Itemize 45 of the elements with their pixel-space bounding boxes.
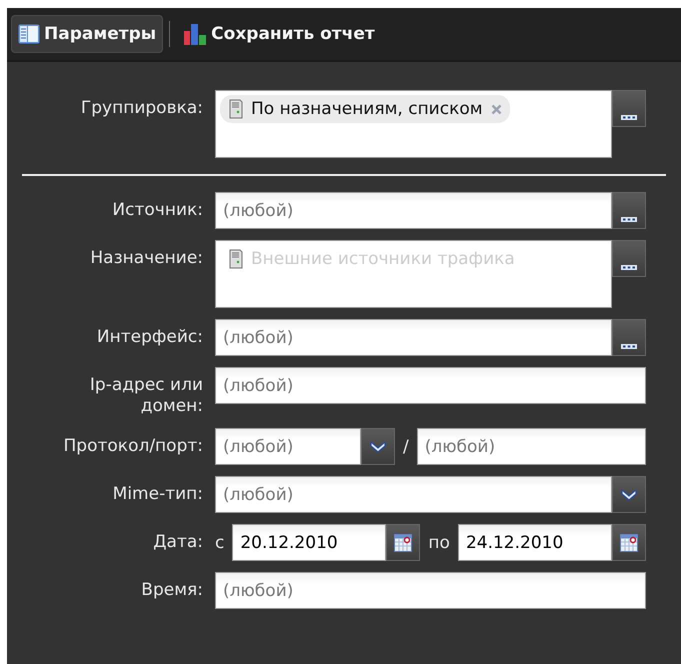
dropdown-button[interactable] — [612, 476, 646, 513]
calendar-icon — [620, 534, 638, 552]
ellipsis-icon — [621, 217, 637, 222]
ellipsis-icon — [621, 344, 637, 349]
dropdown-field[interactable]: (любой) — [215, 428, 361, 465]
tag-field[interactable]: По назначениям, списком — [215, 90, 612, 158]
to-label: по — [427, 532, 451, 552]
server-icon — [228, 99, 243, 119]
field-label: Время: — [141, 579, 203, 601]
browse-button[interactable] — [612, 90, 646, 127]
calendar-button[interactable] — [612, 524, 646, 561]
dropdown-field[interactable]: (любой) — [215, 476, 612, 513]
input-field[interactable]: (любой) — [215, 367, 646, 404]
browse-button[interactable] — [612, 240, 646, 277]
field-label: Mime-тип: — [112, 483, 203, 505]
field-label: Источник: — [112, 199, 203, 221]
date-field[interactable]: 24.12.2010 — [458, 524, 612, 561]
browse-button[interactable] — [612, 319, 646, 356]
input-field[interactable]: (любой) — [215, 319, 612, 356]
input-field[interactable]: (любой) — [215, 572, 646, 609]
input-field[interactable]: (любой) — [215, 192, 612, 229]
chevron-down-icon — [621, 488, 637, 500]
calendar-button[interactable] — [386, 524, 420, 561]
dropdown-button[interactable] — [361, 428, 395, 465]
separator-text: / — [402, 436, 410, 456]
tag-text: По назначениям, списком — [251, 99, 483, 119]
field-label: Группировка: — [80, 97, 203, 119]
field-label: Протокол/порт: — [64, 435, 203, 457]
ellipsis-icon — [621, 115, 637, 120]
chevron-down-icon — [370, 440, 386, 452]
date-field[interactable]: 20.12.2010 — [232, 524, 386, 561]
browse-button[interactable] — [612, 192, 646, 229]
field-label: Ip-адрес или домен: — [88, 374, 203, 417]
toolbar-button[interactable]: Сохранить отчет — [176, 15, 382, 53]
calendar-icon — [394, 534, 412, 552]
field-label: Дата: — [153, 531, 203, 553]
field-label: Интерфейс: — [96, 326, 203, 348]
bar-chart-icon — [183, 23, 208, 45]
field-label: Назначение: — [90, 247, 203, 269]
ellipsis-icon — [621, 265, 637, 270]
toolbar-button[interactable]: Параметры — [11, 15, 164, 53]
list-panel-icon — [18, 24, 40, 44]
server-icon — [228, 249, 243, 269]
port-field[interactable]: (любой) — [416, 428, 646, 465]
from-label: с — [215, 532, 226, 552]
